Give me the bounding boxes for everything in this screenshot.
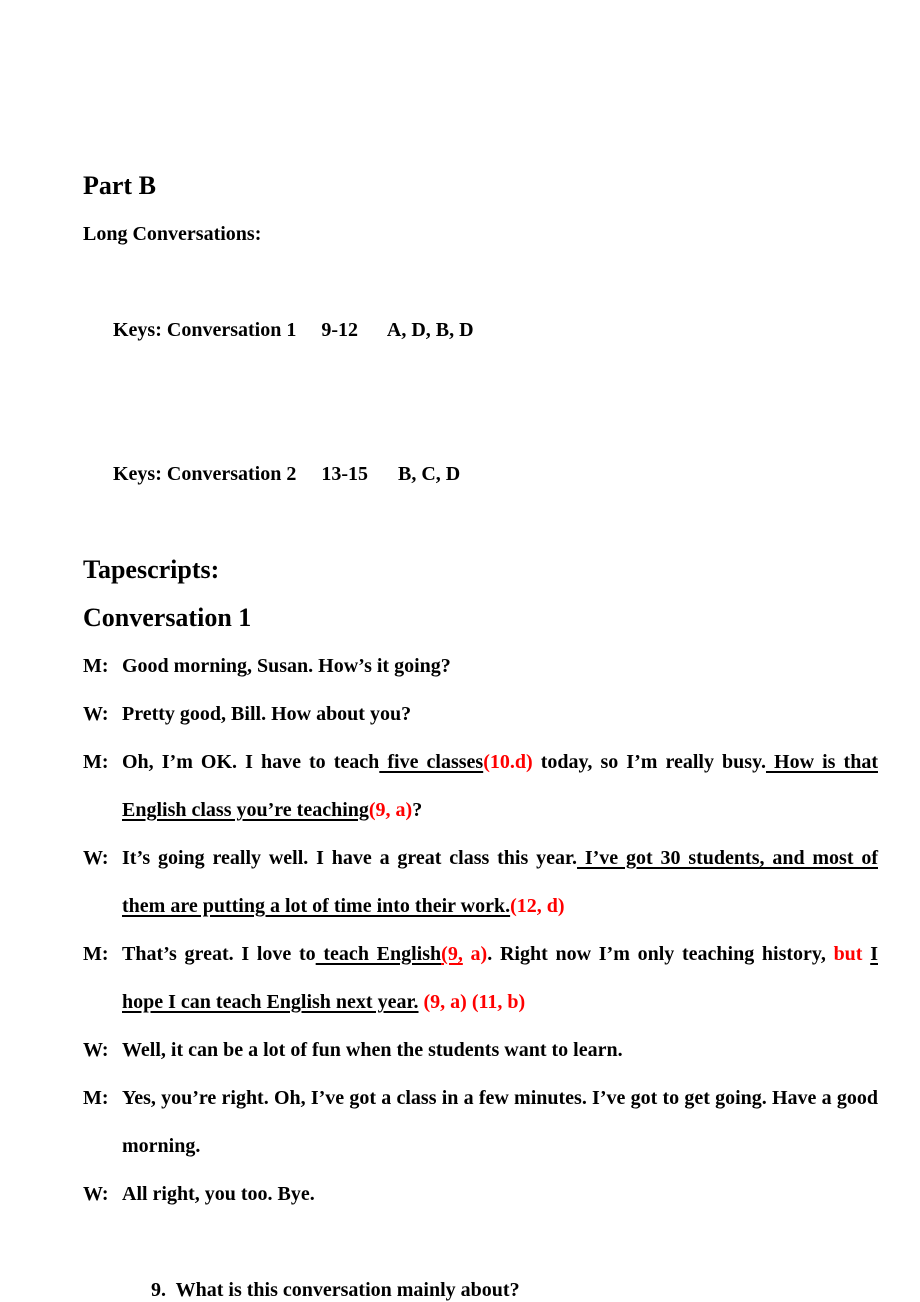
document-body: Part B Long Conversations: Keys: Convers… <box>83 162 878 1302</box>
tapescripts-heading: Tapescripts: <box>83 555 220 584</box>
dialog-speaker: M: <box>83 655 109 677</box>
dialog-speaker: W: <box>83 847 109 869</box>
dialog-run-red: but <box>833 943 863 965</box>
dialog-run-red: (10.d) <box>483 751 533 773</box>
conversation-heading: Conversation 1 <box>83 603 252 632</box>
question-text: What is this conversation mainly about? <box>175 1279 520 1301</box>
dialog-line: M: Good morning, Susan. How’s it going? <box>83 642 878 690</box>
answer-key-row: Keys: Conversation 2 13-15 B, C, D <box>83 402 878 546</box>
dialog-line: M: Oh, I’m OK. I have to teach five class… <box>83 738 878 834</box>
answer-key-answers: A, D, B, D <box>386 319 474 341</box>
dialog-run-plain: ? <box>412 799 423 821</box>
dialog-run-plain: It’s going really well. I have a great c… <box>122 847 578 869</box>
answer-key-range: 13-15 <box>321 463 368 485</box>
dialog-run-plain: Good morning, Susan. How’s it going? <box>122 655 451 677</box>
dialog-line: W: Pretty good, Bill. How about you? <box>83 690 878 738</box>
dialog-run-plain: today, so I’m really busy. <box>532 751 766 773</box>
dialog-run-plain: That’s great. I love to <box>122 943 316 965</box>
dialog-speaker: W: <box>83 1039 109 1061</box>
dialog-run-plain: Yes, you’re right. Oh, I’ve got a class … <box>122 1087 878 1157</box>
dialog-run-plain: Well, it can be a lot of fun when the st… <box>122 1039 623 1061</box>
dialog-speaker: M: <box>83 751 109 773</box>
dialog-speaker: M: <box>83 943 109 965</box>
dialog-run-underline: five classes <box>379 751 484 773</box>
dialog-run-red-underline: (9, <box>441 943 463 965</box>
dialog-run-red: (12, d) <box>510 895 565 917</box>
dialog-list: M: Good morning, Susan. How’s it going? W:… <box>83 642 878 1218</box>
dialog-line: W: All right, you too. Bye. <box>83 1170 878 1218</box>
dialog-run-underline: teach English <box>315 943 442 965</box>
dialog-run-plain: Oh, I’m OK. I have to teach <box>122 751 380 773</box>
dialog-line: M: Yes, you’re right. Oh, I’ve got a clas… <box>83 1074 878 1170</box>
answer-key-answers: B, C, D <box>398 463 461 485</box>
dialog-line: M: That’s great. I love to teach English(… <box>83 930 878 1026</box>
dialog-line: W: It’s going really well. I have a great… <box>83 834 878 930</box>
section-label: Long Conversations: <box>83 223 262 245</box>
question-number: 9. <box>151 1279 166 1301</box>
page-title: Part B <box>83 171 156 200</box>
dialog-run-plain: Pretty good, Bill. How about you? <box>122 703 412 725</box>
comprehension-question: 9. What is this conversation mainly abou… <box>83 1218 878 1302</box>
answer-key-label: Keys: Conversation 2 <box>113 463 297 485</box>
document-page: Part B Long Conversations: Keys: Convers… <box>0 0 920 1302</box>
dialog-run-red: (9, a) (11, b) <box>418 991 526 1013</box>
answer-key-range: 9-12 <box>321 319 358 341</box>
dialog-run-plain: All right, you too. Bye. <box>122 1183 315 1205</box>
dialog-line: W: Well, it can be a lot of fun when the … <box>83 1026 878 1074</box>
answer-key-row: Keys: Conversation 1 9-12 A, D, B, D <box>83 258 878 402</box>
dialog-speaker: W: <box>83 703 109 725</box>
answer-key-label: Keys: Conversation 1 <box>113 319 297 341</box>
dialog-run-plain: . Right now I’m only teaching history, <box>487 943 834 965</box>
dialog-run-red: a) <box>462 943 488 965</box>
dialog-speaker: W: <box>83 1183 109 1205</box>
dialog-speaker: M: <box>83 1087 109 1109</box>
dialog-run-red: (9, a) <box>368 799 413 821</box>
